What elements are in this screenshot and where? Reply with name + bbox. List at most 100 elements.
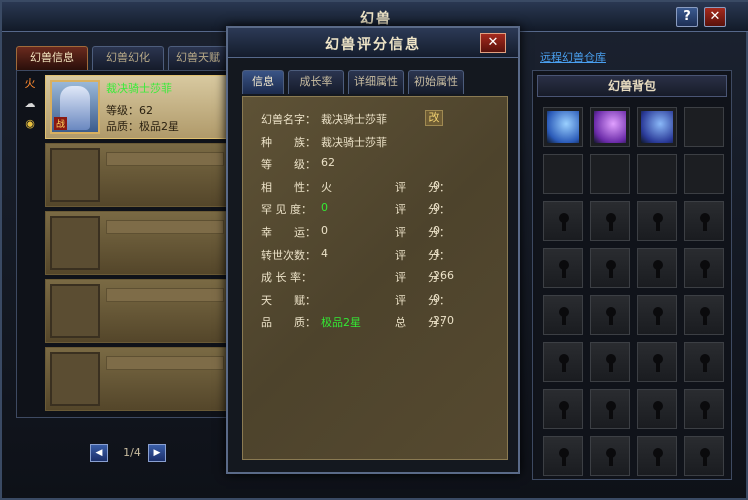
pet-name-bar — [106, 220, 224, 234]
bag-slot-locked[interactable] — [543, 201, 583, 241]
bag-slot-empty[interactable] — [684, 154, 724, 194]
bag-slot-locked[interactable] — [590, 389, 630, 429]
keyhole-slot — [562, 315, 566, 325]
bag-slot-locked[interactable] — [684, 201, 724, 241]
prev-page-button[interactable]: ◀ — [90, 444, 108, 462]
score-label: 评 分： — [395, 226, 450, 239]
pet-score-dialog: 幻兽评分信息 ✕ 信息 成长率 详细属性 初始属性 幻兽名字： 裁决骑士莎菲 改种 … — [226, 26, 520, 474]
dialog-tab-detail[interactable]: 详细属性 — [348, 70, 404, 94]
help-button[interactable]: ? — [676, 7, 698, 27]
dialog-tab-growth[interactable]: 成长率 — [288, 70, 344, 94]
pet-quality-label: 品质： — [106, 120, 139, 133]
info-row: 等 级： 62 — [261, 156, 501, 172]
bag-slot-locked[interactable] — [543, 436, 583, 476]
bag-slot-locked[interactable] — [684, 295, 724, 335]
pet-slot-empty[interactable] — [45, 347, 227, 411]
info-value: 火 — [321, 180, 332, 194]
bag-slot-locked[interactable] — [637, 295, 677, 335]
keyhole-slot — [656, 362, 660, 372]
score-value: 266 — [433, 269, 454, 283]
bag-slot-empty[interactable] — [543, 154, 583, 194]
bag-slot-locked[interactable] — [637, 342, 677, 382]
bag-slot-pet[interactable] — [637, 107, 677, 147]
bag-slot-locked[interactable] — [590, 436, 630, 476]
remote-warehouse-link[interactable]: 远程幻兽仓库 — [540, 49, 606, 65]
pet-level-label: 等级： — [106, 104, 139, 117]
bag-slot-empty[interactable] — [590, 154, 630, 194]
dialog-close-button[interactable]: ✕ — [480, 33, 506, 53]
bag-slot-locked[interactable] — [590, 248, 630, 288]
tab-pet-info[interactable]: 幻兽信息 — [16, 46, 88, 70]
bag-slot-pet[interactable] — [543, 107, 583, 147]
info-label: 成 长 率： — [261, 271, 312, 285]
bag-slot-locked[interactable] — [590, 201, 630, 241]
bag-slot-locked[interactable] — [684, 248, 724, 288]
score-value: 4 — [433, 246, 440, 260]
info-label: 转世次数： — [261, 248, 316, 262]
bag-slot-locked[interactable] — [684, 436, 724, 476]
bag-slot-empty[interactable] — [684, 107, 724, 147]
pet-name-bar — [106, 356, 224, 370]
bag-slot-locked[interactable] — [684, 342, 724, 382]
bag-slot-locked[interactable] — [637, 201, 677, 241]
score-value: 270 — [433, 314, 454, 328]
rename-button[interactable]: 改 — [425, 110, 443, 126]
info-row: 幸 运： 0 评 分： 0 — [261, 224, 501, 240]
score-label: 评 分： — [395, 248, 450, 262]
keyhole-slot — [656, 456, 660, 466]
info-value: 极品2星 — [321, 316, 361, 330]
keyhole-slot — [703, 221, 707, 231]
dialog-tab-initial[interactable]: 初始属性 — [408, 70, 464, 94]
keyhole-slot — [703, 315, 707, 325]
dialog-tab-info[interactable]: 信息 — [242, 70, 284, 94]
info-row: 幻兽名字： 裁决骑士莎菲 改 — [261, 110, 501, 127]
keyhole-slot — [656, 315, 660, 325]
bag-slot-pet[interactable] — [590, 107, 630, 147]
bag-slot-locked[interactable] — [637, 389, 677, 429]
keyhole-slot — [609, 362, 613, 372]
pet-list-panel: 火 ☁ ◉ 战 裁决骑士莎菲 等级：62 品质：极品2星 — [16, 70, 228, 418]
pet-portrait-empty — [50, 216, 100, 270]
bag-slot-locked[interactable] — [543, 389, 583, 429]
keyhole-slot — [656, 221, 660, 231]
score-label: 评 分： — [395, 203, 450, 217]
keyhole-slot — [562, 268, 566, 278]
pet-slot-empty[interactable] — [45, 143, 227, 207]
pet-slot-empty[interactable] — [45, 279, 227, 343]
pet-portrait-empty — [50, 148, 100, 202]
bag-slot-locked[interactable] — [590, 342, 630, 382]
info-row: 种 族： 裁决骑士莎菲 — [261, 134, 501, 150]
bag-slot-locked[interactable] — [590, 295, 630, 335]
info-row: 罕 见 度： 0 评 分： 0 — [261, 201, 501, 217]
pet-quality-line: 品质：极品2星 — [106, 118, 179, 134]
info-row: 天 赋： 评 分： 0 — [261, 292, 501, 308]
bag-slot-locked[interactable] — [637, 248, 677, 288]
keyhole-slot — [562, 456, 566, 466]
blue-dragon-icon — [641, 111, 673, 143]
close-button[interactable]: ✕ — [704, 7, 726, 27]
info-value: 裁决骑士莎菲 — [321, 135, 387, 149]
tab-pet-talent[interactable]: 幻兽天赋 — [168, 46, 228, 70]
pet-name-bar — [106, 288, 224, 302]
bag-slot-empty[interactable] — [637, 154, 677, 194]
info-row: 品 质： 极品2星总 分： 270 — [261, 314, 501, 330]
purple-dragon-icon — [594, 111, 626, 143]
bag-slot-locked[interactable] — [543, 342, 583, 382]
pet-slot-selected[interactable]: 战 裁决骑士莎菲 等级：62 品质：极品2星 — [45, 75, 227, 139]
bag-slot-locked[interactable] — [637, 436, 677, 476]
pet-name-bar — [106, 152, 224, 166]
info-label: 相 性： — [261, 180, 316, 194]
bag-slot-locked[interactable] — [684, 389, 724, 429]
keyhole-slot — [656, 409, 660, 419]
next-page-button[interactable]: ▶ — [148, 444, 166, 462]
info-label: 幸 运： — [261, 226, 316, 239]
keyhole-slot — [562, 409, 566, 419]
pet-slot-empty[interactable] — [45, 211, 227, 275]
keyhole-slot — [609, 221, 613, 231]
score-label: 评 分： — [395, 180, 450, 194]
bag-slot-locked[interactable] — [543, 295, 583, 335]
tab-pet-transform[interactable]: 幻兽幻化 — [92, 46, 164, 70]
keyhole-slot — [609, 409, 613, 419]
badge-icon: ◉ — [25, 117, 35, 130]
bag-slot-locked[interactable] — [543, 248, 583, 288]
